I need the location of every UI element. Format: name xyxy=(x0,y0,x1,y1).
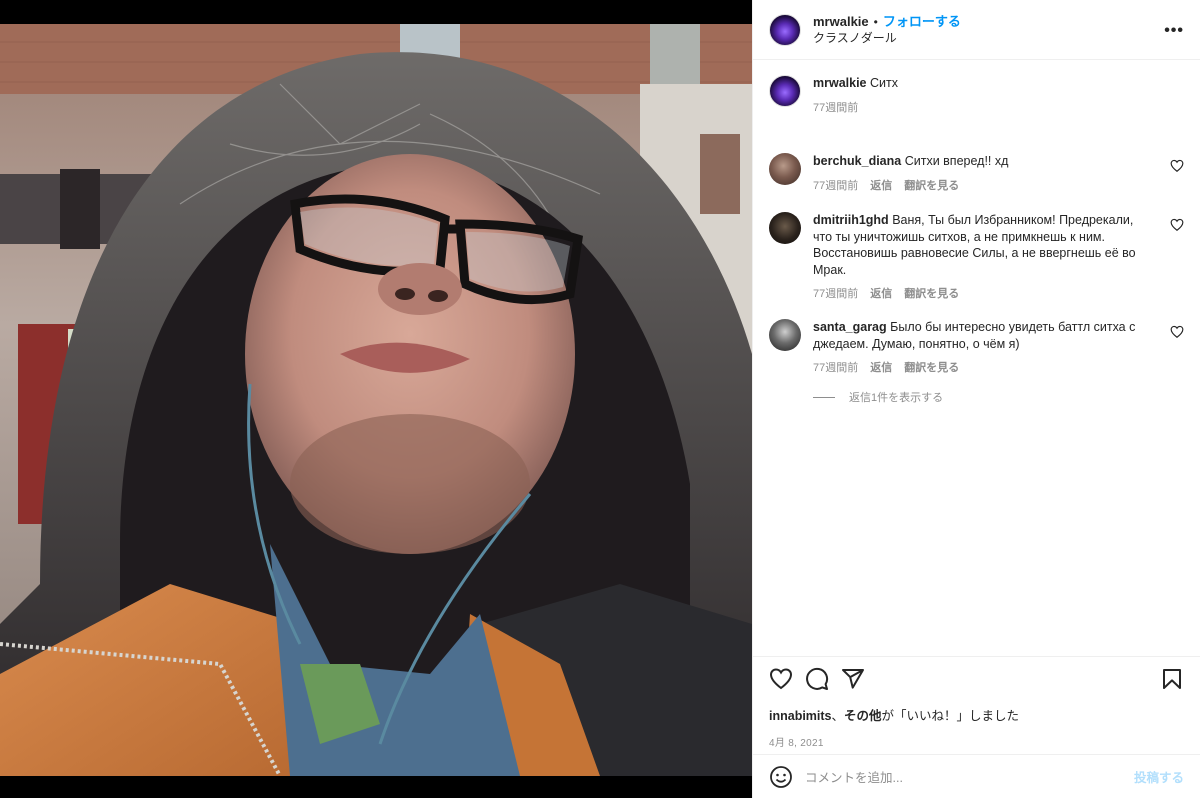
comment-like-heart-icon[interactable] xyxy=(1170,159,1184,173)
post-photo[interactable] xyxy=(0,24,752,776)
author-avatar[interactable] xyxy=(769,13,801,46)
comment-item: santa_garag Было бы интересно увидеть ба… xyxy=(769,319,1184,379)
caption-username[interactable]: mrwalkie xyxy=(813,76,867,90)
commenter-avatar[interactable] xyxy=(769,153,801,185)
more-options-icon[interactable]: ••• xyxy=(1164,22,1184,40)
comment-text: Ситхи вперед!! хд xyxy=(904,154,1009,168)
post-header: mrwalkie • フォローする クラスノダール ••• xyxy=(753,0,1200,60)
translate-button[interactable]: 翻訳を見る xyxy=(904,286,959,303)
translate-button[interactable]: 翻訳を見る xyxy=(904,178,959,195)
selfie-image xyxy=(0,24,752,776)
likes-suffix: が「いいね！」しました xyxy=(881,709,1020,723)
author-username[interactable]: mrwalkie xyxy=(813,14,869,29)
heart-icon[interactable] xyxy=(769,667,793,691)
comment-icon[interactable] xyxy=(805,667,829,691)
commenter-avatar[interactable] xyxy=(769,212,801,244)
reply-button[interactable]: 返信 xyxy=(870,360,892,377)
post-actions: innabimits、その他が「いいね！」しました 4月 8, 2021 xyxy=(753,656,1200,754)
action-icons xyxy=(769,667,1184,691)
comments-list[interactable]: mrwalkie Ситх 77週間前 berchuk_diana Ситхи … xyxy=(753,61,1200,655)
comment-time[interactable]: 77週間前 xyxy=(813,178,858,195)
comment-item: berchuk_diana Ситхи вперед!! хд 77週間前 返信… xyxy=(769,153,1184,212)
comment-like-heart-icon[interactable] xyxy=(1170,218,1184,232)
post-location[interactable]: クラスノダール xyxy=(813,30,961,46)
post-comment-button[interactable]: 投稿する xyxy=(1134,767,1184,786)
separator-dot: • xyxy=(873,14,878,29)
comment-time[interactable]: 77週間前 xyxy=(813,286,858,303)
reply-button[interactable]: 返信 xyxy=(870,178,892,195)
instagram-post-modal: mrwalkie • フォローする クラスノダール ••• mrwalkie Сит… xyxy=(0,0,1200,798)
post-details-panel: mrwalkie • フォローする クラスノダール ••• mrwalkie Сит… xyxy=(752,0,1200,798)
view-replies-button[interactable]: 返信1件を表示する xyxy=(813,389,1184,405)
caption-text: Ситх xyxy=(870,76,898,90)
comment-like-heart-icon[interactable] xyxy=(1170,325,1184,339)
likes-summary: innabimits、その他が「いいね！」しました xyxy=(769,705,1184,724)
likes-connector: 、 xyxy=(831,709,845,723)
post-date[interactable]: 4月 8, 2021 xyxy=(769,734,1184,749)
caption-time[interactable]: 77週間前 xyxy=(813,100,858,117)
reply-button[interactable]: 返信 xyxy=(870,286,892,303)
follow-button[interactable]: フォローする xyxy=(883,14,961,29)
add-comment-bar: コメントを追加... 投稿する xyxy=(753,754,1200,798)
commenter-username[interactable]: dmitriih1ghd xyxy=(813,213,889,227)
caption: mrwalkie Ситх 77週間前 xyxy=(769,75,1184,137)
share-icon[interactable] xyxy=(841,667,865,691)
bookmark-icon[interactable] xyxy=(1160,667,1184,691)
comment-item: dmitriih1ghd Ваня, Ты был Избранником! П… xyxy=(769,212,1184,319)
commenter-username[interactable]: santa_garag xyxy=(813,320,887,334)
liker-username[interactable]: innabimits xyxy=(769,709,832,723)
commenter-username[interactable]: berchuk_diana xyxy=(813,154,901,168)
caption-avatar[interactable] xyxy=(769,75,801,107)
comment-time[interactable]: 77週間前 xyxy=(813,360,858,377)
replies-divider-line xyxy=(813,396,835,398)
emoji-icon[interactable] xyxy=(769,765,793,789)
translate-button[interactable]: 翻訳を見る xyxy=(904,360,959,377)
commenter-avatar[interactable] xyxy=(769,319,801,351)
likes-others-link[interactable]: その他 xyxy=(844,709,882,723)
comment-input[interactable]: コメントを追加... xyxy=(805,767,1134,786)
view-replies-label: 返信1件を表示する xyxy=(849,392,944,404)
author-info: mrwalkie • フォローする クラスノダール xyxy=(813,14,961,46)
